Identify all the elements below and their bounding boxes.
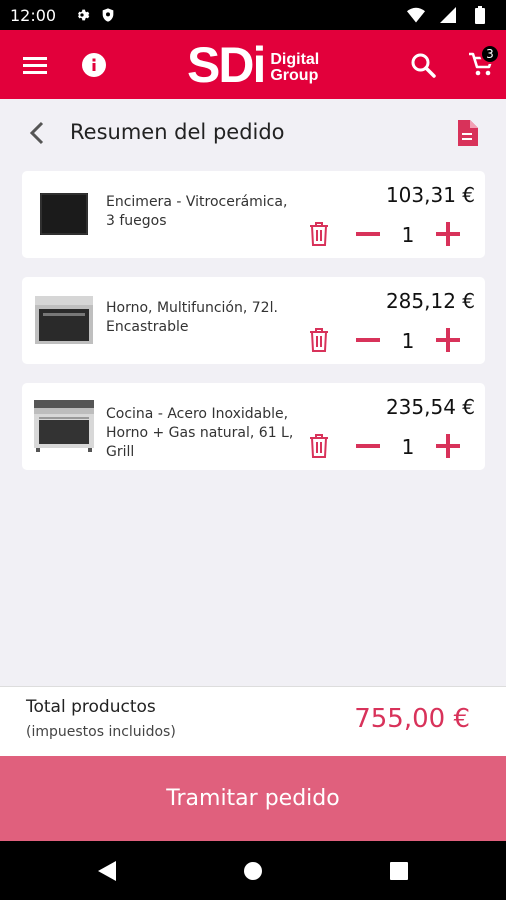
delete-item-button[interactable]: [306, 221, 332, 247]
cart-item: Cocina - Acero Inoxidable, Horno + Gas n…: [22, 383, 485, 470]
hamburger-menu-icon: [23, 56, 47, 74]
square-recents-icon: [390, 862, 408, 880]
settings-gear-icon: [72, 5, 92, 25]
page-header: Resumen del pedido: [0, 100, 506, 168]
item-quantity: 1: [401, 329, 415, 353]
trash-icon: [310, 222, 328, 246]
item-price: 285,12 €: [385, 289, 475, 313]
minus-icon: [356, 338, 380, 342]
item-name: Encimera - Vitrocerámica, 3 fuegos: [106, 194, 288, 229]
minus-icon: [356, 444, 380, 448]
search-button[interactable]: [398, 30, 448, 99]
nav-recents-button[interactable]: [386, 858, 412, 884]
cart-item: Horno, Multifunción, 72l. Encastrable 28…: [22, 277, 485, 364]
item-price: 235,54 €: [385, 395, 475, 419]
nav-home-button[interactable]: [240, 858, 266, 884]
cart-item: Encimera - Vitrocerámica, 3 fuegos 103,3…: [22, 171, 485, 258]
item-quantity: 1: [401, 435, 415, 459]
item-name: Cocina - Acero Inoxidable, Horno + Gas n…: [106, 406, 294, 460]
decrease-quantity-button[interactable]: [354, 327, 382, 353]
logo-main-text: SDi: [187, 37, 266, 93]
page-title: Resumen del pedido: [70, 120, 285, 144]
cart-count-badge: 3: [480, 43, 500, 64]
range-cooker-image: [34, 400, 94, 452]
total-label: Total productos: [26, 697, 156, 717]
document-icon: [458, 120, 478, 146]
trash-icon: [310, 328, 328, 352]
back-button[interactable]: [22, 118, 52, 148]
sdi-logo: SDi Digital Group: [187, 39, 319, 91]
status-bar: 12:00: [0, 0, 506, 30]
delete-item-button[interactable]: [306, 327, 332, 353]
plus-icon: [436, 328, 460, 352]
minus-icon: [356, 232, 380, 236]
logo-line-1: Digital: [270, 51, 320, 68]
status-time: 12:00: [10, 5, 57, 25]
oven-image: [34, 294, 94, 346]
wifi-icon: [406, 5, 426, 25]
increase-quantity-button[interactable]: [434, 327, 462, 353]
document-button[interactable]: [452, 118, 482, 148]
increase-quantity-button[interactable]: [434, 221, 462, 247]
increase-quantity-button[interactable]: [434, 433, 462, 459]
cooktop-image: [34, 188, 94, 240]
total-amount: 755,00 €: [354, 704, 470, 734]
item-price: 103,31 €: [385, 183, 475, 207]
plus-icon: [436, 434, 460, 458]
item-name: Horno, Multifunción, 72l. Encastrable: [106, 300, 278, 335]
circle-home-icon: [244, 862, 262, 880]
chevron-left-icon: [29, 121, 44, 145]
logo-line-2: Group: [270, 67, 319, 84]
battery-icon: [470, 5, 490, 25]
search-icon: [411, 53, 436, 78]
app-bar: SDi Digital Group 3: [0, 30, 506, 99]
system-navigation-bar: [0, 841, 506, 900]
cart-button[interactable]: 3: [456, 30, 506, 99]
logo-subtext: Digital Group: [270, 52, 319, 84]
decrease-quantity-button[interactable]: [354, 433, 382, 459]
decrease-quantity-button[interactable]: [354, 221, 382, 247]
checkout-button[interactable]: Tramitar pedido: [0, 756, 506, 841]
trash-icon: [310, 434, 328, 458]
plus-icon: [436, 222, 460, 246]
item-quantity: 1: [401, 223, 415, 247]
signal-icon: [438, 5, 458, 25]
order-total-bar: Total productos (impuestos incluidos) 75…: [0, 686, 506, 756]
info-icon: [82, 52, 106, 77]
nav-back-button[interactable]: [94, 858, 120, 884]
menu-button[interactable]: [10, 30, 60, 99]
delete-item-button[interactable]: [306, 433, 332, 459]
info-button[interactable]: [69, 30, 119, 99]
shield-icon: [98, 5, 118, 25]
triangle-back-icon: [98, 861, 116, 881]
total-tax-note: (impuestos incluidos): [26, 724, 176, 740]
